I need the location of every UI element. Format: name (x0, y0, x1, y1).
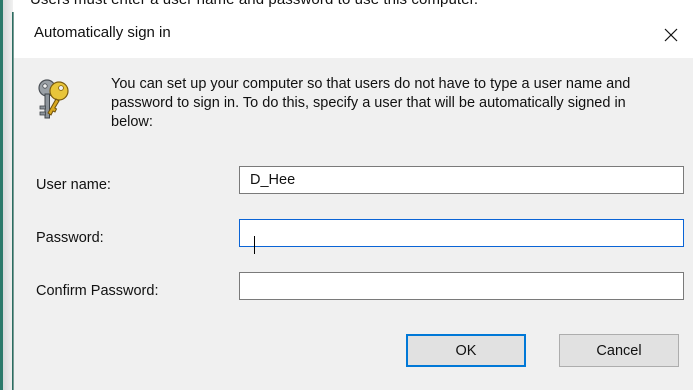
username-label: User name: (36, 177, 111, 193)
dialog-description: You can set up your computer so that use… (111, 76, 631, 130)
password-field[interactable] (239, 219, 684, 247)
cancel-button[interactable]: Cancel (559, 334, 679, 367)
background-partial-text: Users must enter a user name and passwor… (30, 0, 478, 8)
ok-button[interactable]: OK (406, 334, 526, 367)
title-bar[interactable]: Automatically sign in (14, 12, 693, 58)
username-field[interactable] (239, 166, 684, 194)
close-button[interactable] (648, 12, 693, 58)
confirm-password-label: Confirm Password: (36, 283, 159, 299)
close-icon (664, 28, 678, 42)
background-window-edge (0, 0, 13, 390)
auto-sign-in-dialog: Automatically sign in You can set up you… (13, 12, 693, 390)
password-label: Password: (36, 230, 104, 246)
key-icon (38, 79, 69, 119)
confirm-password-field[interactable] (239, 272, 684, 300)
dialog-title: Automatically sign in (34, 24, 171, 41)
text-cursor (254, 236, 255, 254)
